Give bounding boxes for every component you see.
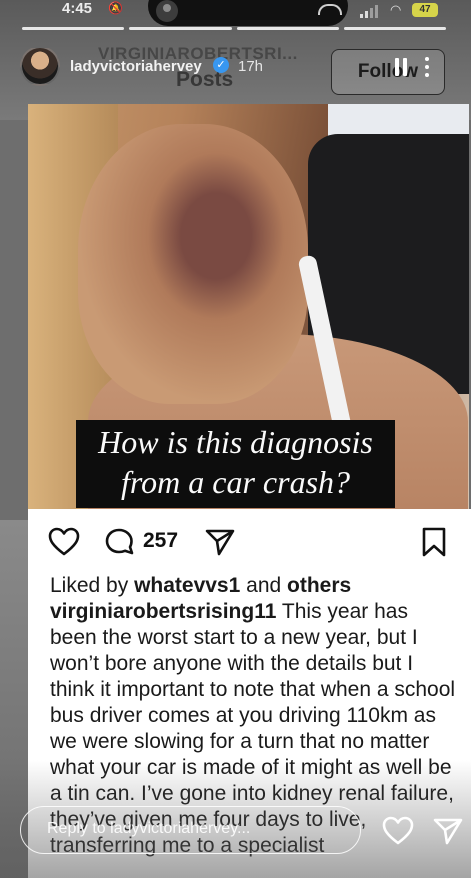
story-share-send-icon[interactable] [432,816,464,846]
liked-by-and: and [246,574,282,597]
signal-icon [360,4,382,18]
bookmark-icon[interactable] [420,526,448,558]
image-caption-line: How is this diagnosis [98,424,373,460]
share-send-icon[interactable] [204,527,236,557]
reply-placeholder: Reply to ladyvictoriahervey... [47,820,251,837]
liked-by-line: Liked by whatevvs1 and others [50,573,460,599]
pause-icon[interactable] [394,58,408,76]
verified-badge-icon: ✓ [213,57,229,73]
progress-segment [343,27,446,30]
status-bar: 4:45 🔕 ◠ 47 [0,0,471,26]
comment-count: 257 [143,529,179,552]
phone-icon [318,4,342,15]
story-time-ago: 17h [238,58,264,75]
wifi-icon: ◠ [390,2,402,17]
progress-segment [129,27,232,30]
photo-face [78,124,308,404]
bell-muted-icon: 🔕 [108,1,123,15]
liked-by-prefix: Liked by [50,574,129,597]
image-caption-box: How is this diagnosis from a car crash? [76,420,395,508]
battery-indicator: 47 [412,3,438,17]
progress-segment [236,27,339,30]
story-username[interactable]: ladyvictoriahervey [70,58,202,75]
status-time: 4:45 [62,0,93,17]
post-action-row: 257 [28,509,471,575]
call-avatar-icon [156,0,178,22]
story-avatar[interactable] [20,46,60,86]
comment-bubble-icon[interactable] [104,527,136,557]
like-heart-icon[interactable] [48,527,80,557]
more-options-icon[interactable] [422,57,432,77]
post-author[interactable]: virginiarobertsrising11 [50,600,276,623]
reply-input[interactable]: Reply to ladyvictoriahervey... [20,806,361,854]
story-like-heart-icon[interactable] [382,816,414,846]
liked-by-user[interactable]: whatevvs1 [134,574,240,597]
post-image: How is this diagnosis from a car crash? [28,104,469,509]
image-caption-line: from a car crash? [120,464,351,500]
liked-by-others[interactable]: others [287,574,351,597]
story-progress [22,27,446,30]
progress-segment [22,27,125,30]
